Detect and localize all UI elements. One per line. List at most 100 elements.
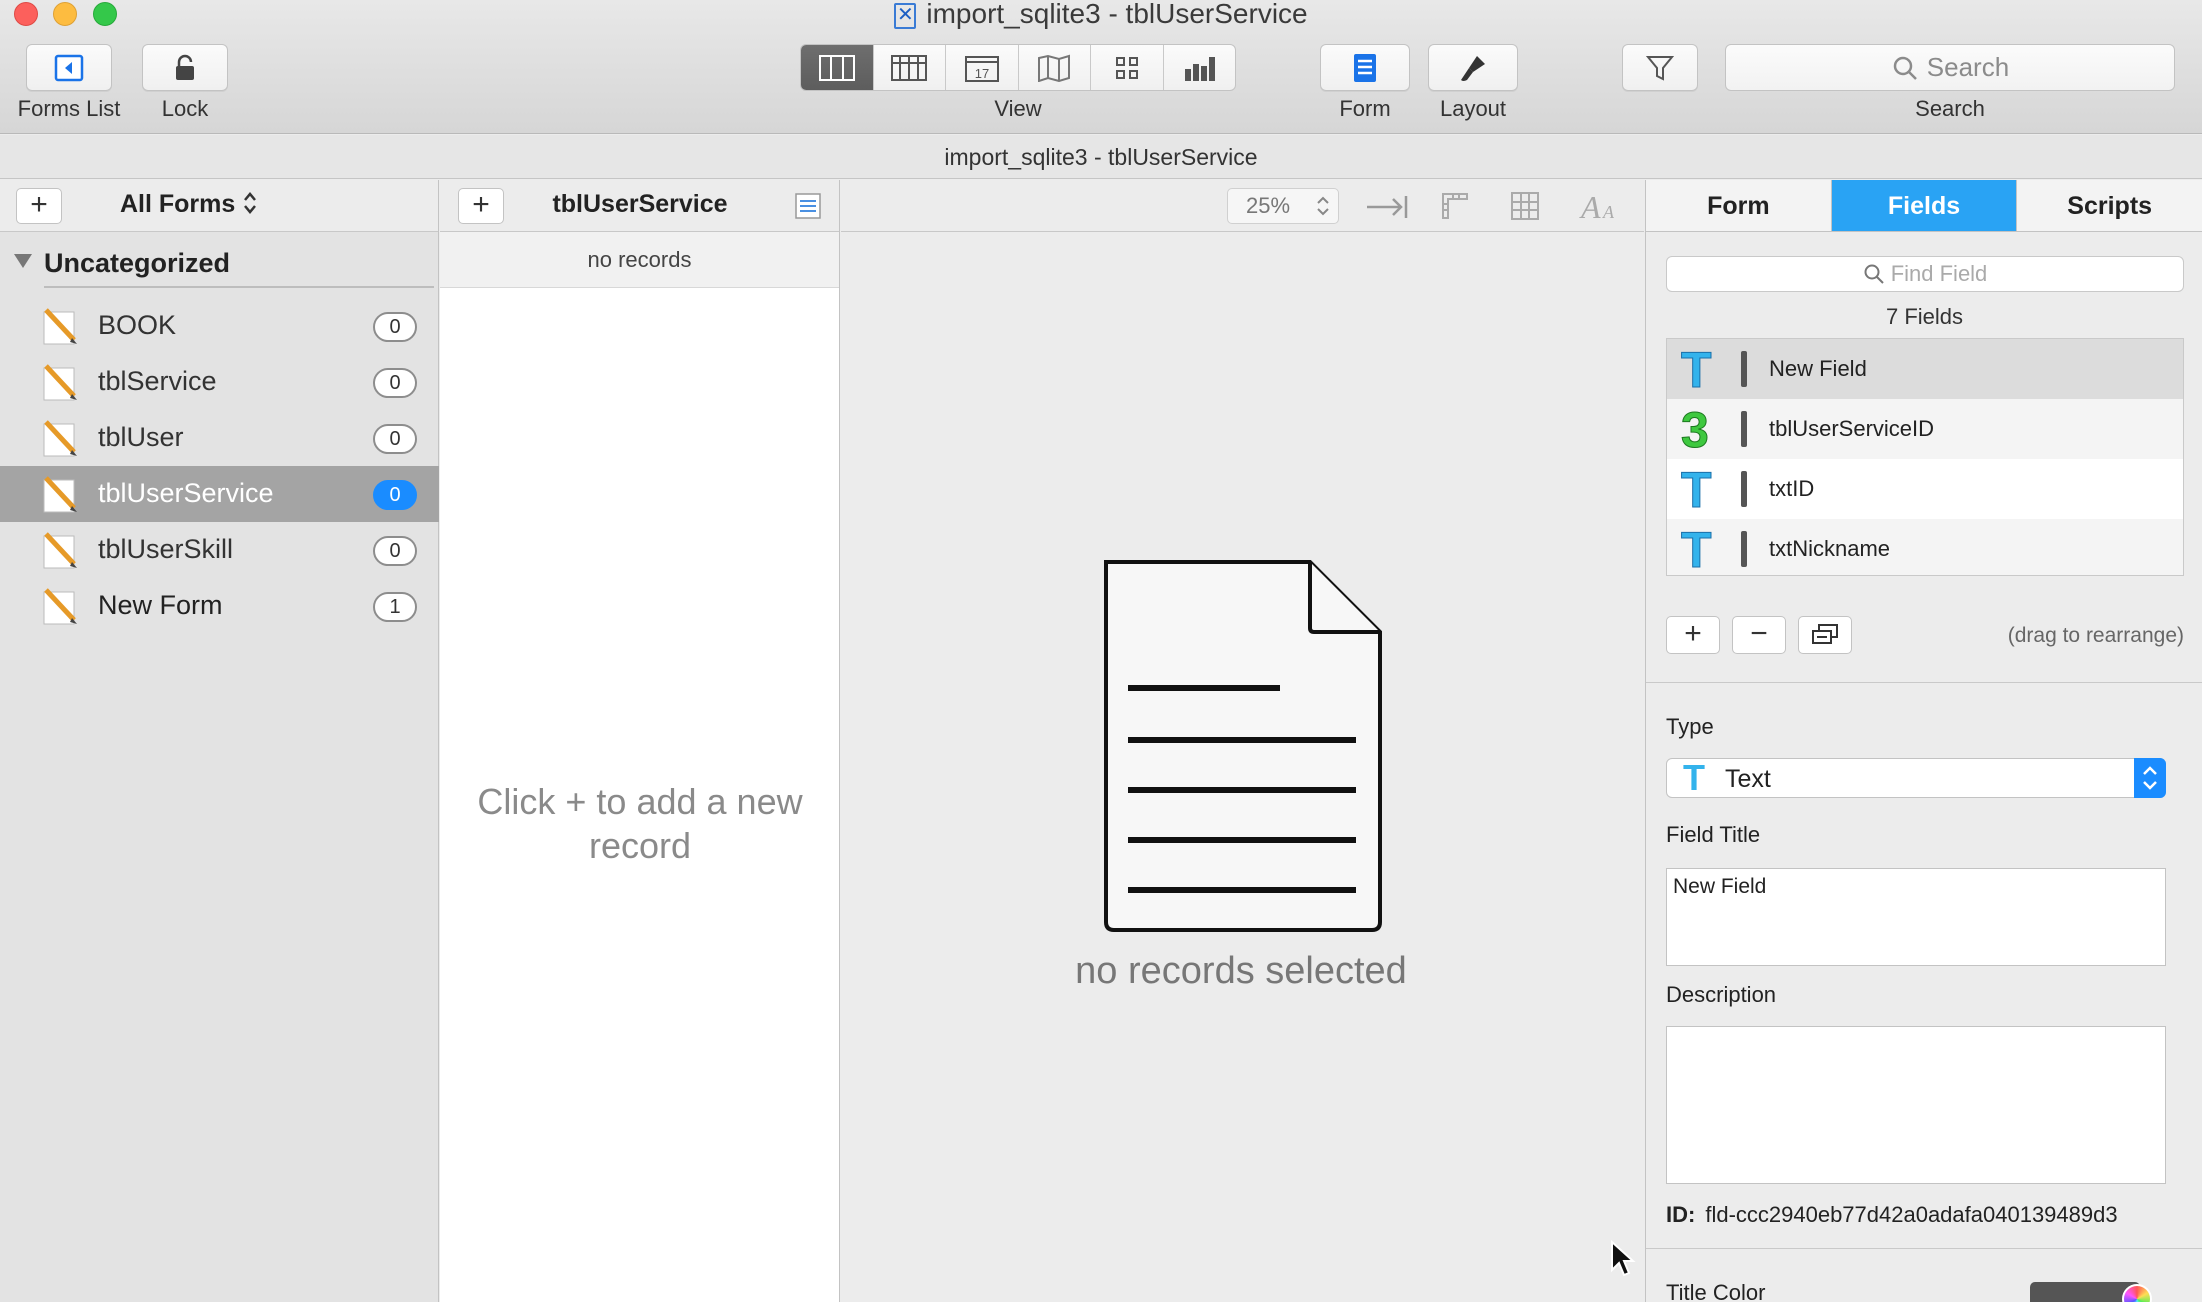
disclosure-triangle-icon[interactable] bbox=[14, 254, 32, 268]
text-type-icon: T bbox=[1683, 757, 1705, 798]
select-arrows-icon[interactable] bbox=[2134, 758, 2166, 798]
group-uncategorized[interactable]: Uncategorized bbox=[0, 240, 439, 288]
title-color-label: Title Color bbox=[1666, 1280, 1766, 1302]
drag-handle-icon[interactable] bbox=[1741, 471, 1747, 507]
field-row-txtnickname[interactable]: T txtNickname bbox=[1667, 519, 2183, 576]
find-field-input[interactable]: Find Field bbox=[1666, 256, 2184, 292]
divider bbox=[1646, 1248, 2202, 1249]
all-forms-selector[interactable]: All Forms bbox=[120, 190, 258, 219]
tab-order-icon[interactable] bbox=[1365, 192, 1409, 222]
document-subtitle: import_sqlite3 - tblUserService bbox=[0, 135, 2202, 179]
tab-scripts[interactable]: Scripts bbox=[2017, 180, 2202, 231]
record-count-badge: 0 bbox=[373, 536, 417, 566]
field-type-select[interactable]: T Text bbox=[1666, 757, 2166, 798]
view-mode-segmented-control[interactable]: 17 bbox=[800, 44, 1236, 91]
color-wheel-icon[interactable] bbox=[2122, 1284, 2152, 1302]
group-label: Uncategorized bbox=[44, 248, 231, 278]
description-input[interactable] bbox=[1666, 1026, 2166, 1184]
add-field-button[interactable]: + bbox=[1666, 616, 1720, 654]
ruler-icon[interactable] bbox=[1439, 190, 1471, 222]
inspector-tabs: Form Fields Scripts bbox=[1646, 180, 2202, 232]
drag-handle-icon[interactable] bbox=[1741, 531, 1747, 567]
search-icon bbox=[1893, 56, 1917, 80]
sidebar-item-tbluserskill[interactable]: tblUserSkill 0 bbox=[0, 522, 439, 578]
layout-button[interactable] bbox=[1428, 44, 1518, 91]
tab-fields[interactable]: Fields bbox=[1831, 180, 2018, 231]
search-placeholder: Search bbox=[1926, 52, 2010, 82]
search-label: Search bbox=[1915, 96, 1985, 121]
forms-list-button[interactable] bbox=[26, 44, 112, 91]
group-divider bbox=[44, 286, 434, 288]
pencil-icon bbox=[43, 364, 77, 401]
lock-label: Lock bbox=[161, 96, 209, 121]
pencil-icon bbox=[43, 420, 77, 457]
form-title: tblUserService bbox=[552, 190, 728, 218]
form-name: tblService bbox=[98, 366, 217, 396]
field-row-txtid[interactable]: T txtID bbox=[1667, 459, 2183, 519]
tab-form[interactable]: Form bbox=[1646, 180, 1832, 231]
filter-button[interactable] bbox=[1622, 44, 1698, 91]
view-calendar-button[interactable]: 17 bbox=[946, 45, 1019, 90]
sidebar-item-tbluserservice[interactable]: tblUserService 0 bbox=[0, 466, 439, 522]
form-name: tblUser bbox=[98, 422, 184, 452]
no-selection-message: no records selected bbox=[1075, 950, 1407, 992]
record-count-badge: 0 bbox=[373, 368, 417, 398]
layout-toolbar: 25% AA bbox=[841, 180, 1644, 232]
number-type-icon: 3 bbox=[1681, 402, 1710, 458]
record-count-badge: 0 bbox=[373, 480, 417, 510]
svg-text:A: A bbox=[1602, 202, 1615, 222]
drag-handle-icon[interactable] bbox=[1741, 411, 1747, 447]
drag-handle-icon[interactable] bbox=[1741, 351, 1747, 387]
layout-label: Layout bbox=[1439, 96, 1507, 121]
field-row-new-field[interactable]: T New Field bbox=[1667, 339, 2183, 399]
view-grid-button[interactable] bbox=[1091, 45, 1164, 90]
forms-list-label: Forms List bbox=[17, 96, 121, 121]
field-row-tbluserserviceid[interactable]: 3 tblUserServiceID bbox=[1667, 399, 2183, 459]
sidebar-item-tbluser[interactable]: tblUser 0 bbox=[0, 410, 439, 466]
stepper-arrows-icon[interactable] bbox=[1316, 194, 1330, 218]
empty-document-icon bbox=[1104, 560, 1382, 932]
svg-text:17: 17 bbox=[975, 66, 989, 81]
zoom-stepper[interactable]: 25% bbox=[1227, 188, 1339, 224]
font-icon[interactable]: AA bbox=[1579, 188, 1619, 222]
window-title: ✕ import_sqlite3 - tblUserService bbox=[0, 0, 2202, 30]
table-icon bbox=[891, 54, 928, 81]
pencil-icon bbox=[43, 308, 77, 345]
field-name: tblUserServiceID bbox=[1769, 416, 1935, 441]
grid-icon bbox=[1115, 56, 1138, 79]
add-form-button[interactable]: + bbox=[16, 188, 62, 224]
sidebar-item-new-form[interactable]: New Form 1 bbox=[0, 578, 439, 634]
pencil-icon bbox=[43, 532, 77, 569]
field-list[interactable]: T New Field 3 tblUserServiceID T txtID T… bbox=[1666, 338, 2184, 576]
form-button[interactable] bbox=[1320, 44, 1410, 91]
view-chart-button[interactable] bbox=[1164, 45, 1236, 90]
duplicate-field-button[interactable] bbox=[1798, 616, 1852, 654]
field-id-value: fld-ccc2940eb77d42a0adafa040139489d3 bbox=[1705, 1202, 2118, 1227]
toolbar-search-field[interactable]: Search bbox=[1725, 44, 2175, 91]
lock-icon bbox=[176, 54, 194, 80]
field-name: txtID bbox=[1769, 476, 1815, 501]
remove-field-button[interactable]: − bbox=[1732, 616, 1786, 654]
svg-text:A: A bbox=[1579, 189, 1601, 222]
grid-toggle-icon[interactable] bbox=[1509, 190, 1541, 222]
text-type-icon: T bbox=[1681, 522, 1713, 576]
list-options-icon[interactable] bbox=[794, 192, 822, 220]
lock-button[interactable] bbox=[142, 44, 228, 91]
field-name: New Field bbox=[1769, 356, 1867, 381]
record-list-header: + tblUserService bbox=[440, 180, 839, 232]
all-forms-label: All Forms bbox=[120, 190, 236, 218]
field-id-row: ID: fld-ccc2940eb77d42a0adafa040139489d3 bbox=[1666, 1202, 2118, 1228]
field-title-input[interactable]: New Field bbox=[1666, 868, 2166, 966]
brush-icon bbox=[1461, 55, 1485, 81]
view-map-button[interactable] bbox=[1019, 45, 1091, 90]
sidebar-header: + All Forms bbox=[0, 180, 438, 232]
sidebar-item-book[interactable]: BOOK 0 bbox=[0, 298, 439, 354]
record-count-status: no records bbox=[440, 232, 839, 288]
view-columns-button[interactable] bbox=[801, 45, 874, 90]
sidebar-item-tblservice[interactable]: tblService 0 bbox=[0, 354, 439, 410]
sidebar-left-icon bbox=[54, 54, 84, 81]
text-type-icon: T bbox=[1681, 462, 1713, 518]
bar-chart-icon bbox=[1185, 56, 1216, 81]
view-table-button[interactable] bbox=[874, 45, 946, 90]
forms-sidebar: + All Forms Uncategorized BOOK 0 tblServ… bbox=[0, 180, 439, 1302]
